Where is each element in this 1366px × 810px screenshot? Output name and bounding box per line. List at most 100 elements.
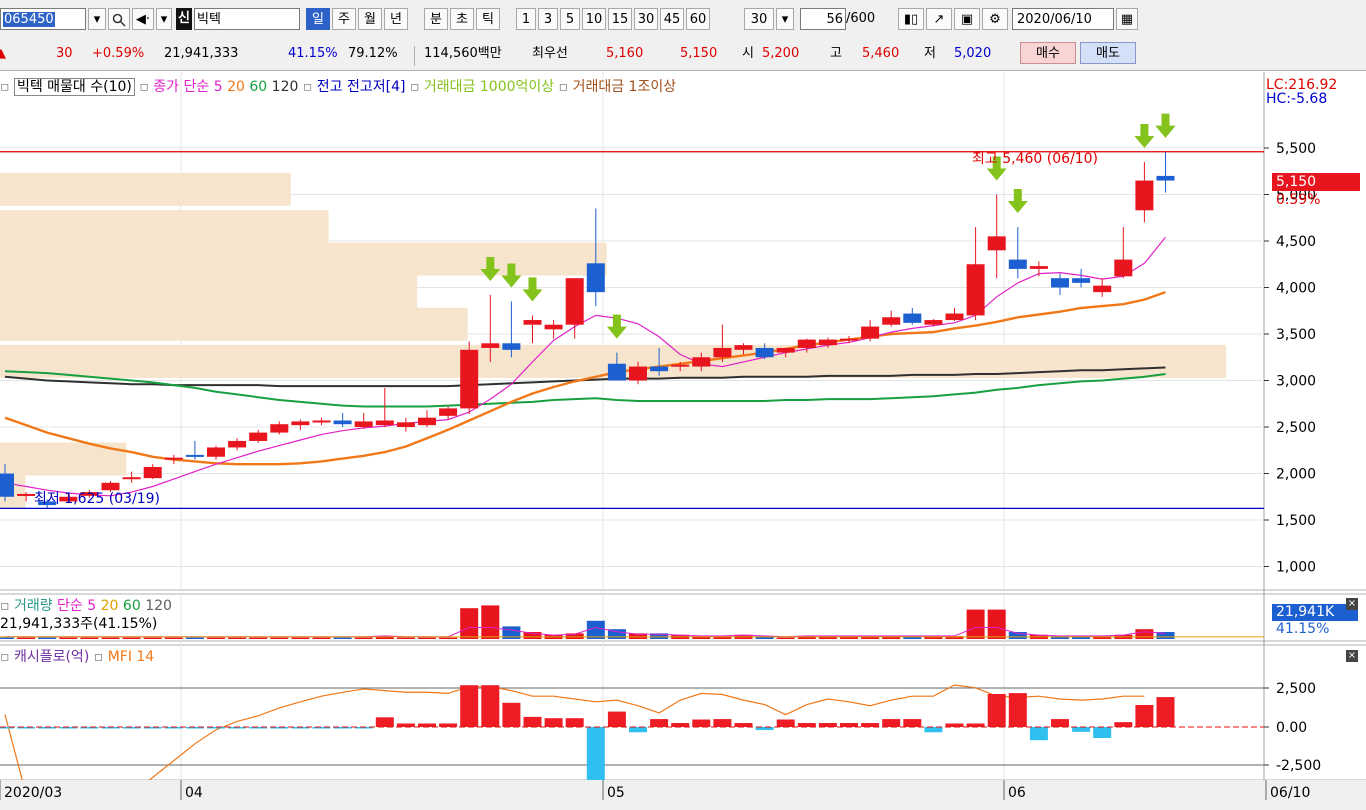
cashflow-bar bbox=[396, 723, 415, 727]
x-tick-label: 04 bbox=[185, 785, 203, 801]
save-icon[interactable]: ▣ bbox=[954, 8, 980, 30]
candle-body bbox=[797, 339, 816, 348]
cashflow-bar bbox=[1029, 727, 1048, 741]
volume-bar bbox=[122, 637, 141, 639]
volume-bar bbox=[439, 637, 458, 639]
change-up-icon: ▲ bbox=[0, 46, 6, 61]
volume-pane-close-icon[interactable]: × bbox=[1346, 598, 1358, 610]
legend-prev-high: 전고 bbox=[316, 79, 343, 95]
y-tick-label: 2,000 bbox=[1276, 467, 1316, 483]
count-input[interactable]: 56 bbox=[800, 8, 846, 30]
last-price-tag: 5,150 bbox=[1272, 173, 1360, 191]
interval-select[interactable]: 30 bbox=[744, 8, 774, 30]
y-tick-label: 2,500 bbox=[1276, 420, 1316, 436]
volume-ma5: 5 bbox=[87, 598, 97, 614]
period-tab-tick[interactable]: 틱 bbox=[476, 8, 500, 30]
cashflow-bar bbox=[1008, 693, 1027, 727]
interval-5[interactable]: 5 bbox=[560, 8, 580, 30]
candle-body bbox=[354, 421, 373, 427]
volume-profile-bar bbox=[0, 172, 291, 206]
interval-45[interactable]: 45 bbox=[660, 8, 684, 30]
price-chart[interactable]: 5,5005,0004,5004,0003,5003,0002,5002,000… bbox=[0, 70, 1366, 810]
period-tab-day[interactable]: 일 bbox=[306, 8, 330, 30]
period-tab-second[interactable]: 초 bbox=[450, 8, 474, 30]
x-axis-bg bbox=[0, 780, 1366, 810]
open-label: 시 bbox=[742, 46, 754, 61]
volume-bar bbox=[249, 637, 268, 639]
credit-badge: 신 bbox=[176, 8, 192, 30]
cashflow-legend-label: 캐시플로(억) bbox=[13, 649, 90, 665]
cashflow-legend: ▫ 캐시플로(억) ▫ MFI 14 bbox=[0, 649, 155, 665]
open-price: 5,200 bbox=[762, 46, 800, 61]
candle-type-icon[interactable]: ▮▯ bbox=[898, 8, 924, 30]
candle-body bbox=[207, 447, 225, 457]
volume-bar bbox=[38, 637, 57, 639]
cashflow-bar bbox=[544, 718, 563, 727]
interval-15[interactable]: 15 bbox=[608, 8, 632, 30]
interval-dropdown-button[interactable]: ▾ bbox=[776, 8, 794, 30]
candle-body bbox=[375, 420, 394, 426]
speaker-icon[interactable]: ◀· bbox=[132, 8, 154, 30]
sell-button[interactable]: 매도 bbox=[1080, 42, 1136, 64]
interval-30[interactable]: 30 bbox=[634, 8, 658, 30]
interval-10[interactable]: 10 bbox=[582, 8, 606, 30]
candle-body bbox=[945, 313, 964, 321]
period-tab-month[interactable]: 월 bbox=[358, 8, 382, 30]
volume-bar bbox=[312, 637, 331, 639]
calendar-icon[interactable]: ▦ bbox=[1116, 8, 1138, 30]
candle-body bbox=[713, 347, 732, 358]
legend-amount-1t: 거래대금 1조이상 bbox=[572, 79, 677, 95]
volume-bar bbox=[228, 637, 247, 639]
candle-body bbox=[586, 263, 605, 293]
cashflow-bar bbox=[797, 723, 816, 727]
interval-60[interactable]: 60 bbox=[686, 8, 710, 30]
y-tick-label: 1,000 bbox=[1276, 560, 1316, 576]
cashflow-bar bbox=[460, 685, 479, 727]
candle-body bbox=[903, 313, 922, 323]
strength-value: 79.12% bbox=[348, 46, 398, 61]
stock-name-field[interactable]: 빅텍 bbox=[194, 8, 300, 30]
cashflow-bar bbox=[502, 702, 521, 727]
gear-icon[interactable]: ⚙ bbox=[982, 8, 1008, 30]
cashflow-bar bbox=[629, 727, 647, 733]
volume-ma120: 120 bbox=[145, 598, 172, 614]
period-tab-minute[interactable]: 분 bbox=[424, 8, 448, 30]
volume-bar bbox=[333, 637, 352, 639]
stock-code-input[interactable]: 065450 bbox=[0, 8, 86, 30]
candle-body bbox=[1072, 278, 1091, 283]
candle-body bbox=[122, 477, 141, 480]
candle-body bbox=[755, 347, 774, 358]
candle-body bbox=[481, 343, 500, 348]
cashflow-bar bbox=[987, 694, 1006, 727]
legend-stock-name[interactable]: 빅텍 매물대 수(10) bbox=[13, 78, 135, 96]
candle-body bbox=[502, 343, 521, 350]
cashflow-bar bbox=[671, 723, 690, 727]
buy-button[interactable]: 매수 bbox=[1020, 42, 1076, 64]
period-tab-week[interactable]: 주 bbox=[332, 8, 356, 30]
interval-3[interactable]: 3 bbox=[538, 8, 558, 30]
search-icon[interactable] bbox=[108, 8, 130, 30]
volume-bar bbox=[207, 637, 225, 639]
trend-tool-icon[interactable]: ↗ bbox=[926, 8, 952, 30]
high-annotation: 최고 5,460 (06/10) bbox=[972, 151, 1099, 167]
speaker-dropdown-button[interactable]: ▾ bbox=[156, 8, 172, 30]
cashflow-pane-close-icon[interactable]: × bbox=[1346, 650, 1358, 662]
date-input[interactable]: 2020/06/10 bbox=[1012, 8, 1114, 30]
period-tab-year[interactable]: 년 bbox=[384, 8, 408, 30]
x-tick-label: 06/10 bbox=[1270, 785, 1310, 801]
cf-tick-label: 2,500 bbox=[1276, 681, 1316, 697]
cashflow-bar bbox=[565, 718, 584, 727]
interval-1[interactable]: 1 bbox=[516, 8, 536, 30]
volume-bar bbox=[291, 637, 310, 639]
candle-body bbox=[143, 466, 162, 479]
candle-body bbox=[1093, 285, 1112, 293]
cashflow-bar bbox=[1135, 705, 1154, 727]
code-dropdown-button[interactable]: ▾ bbox=[88, 8, 106, 30]
cashflow-bar bbox=[861, 723, 880, 727]
bid-price: 5,150 bbox=[680, 46, 718, 61]
candle-body bbox=[1114, 259, 1133, 277]
volume-bar bbox=[354, 637, 373, 639]
cashflow-bar bbox=[375, 717, 394, 727]
candle-body bbox=[607, 363, 626, 381]
volume-profile-bar bbox=[0, 242, 607, 276]
